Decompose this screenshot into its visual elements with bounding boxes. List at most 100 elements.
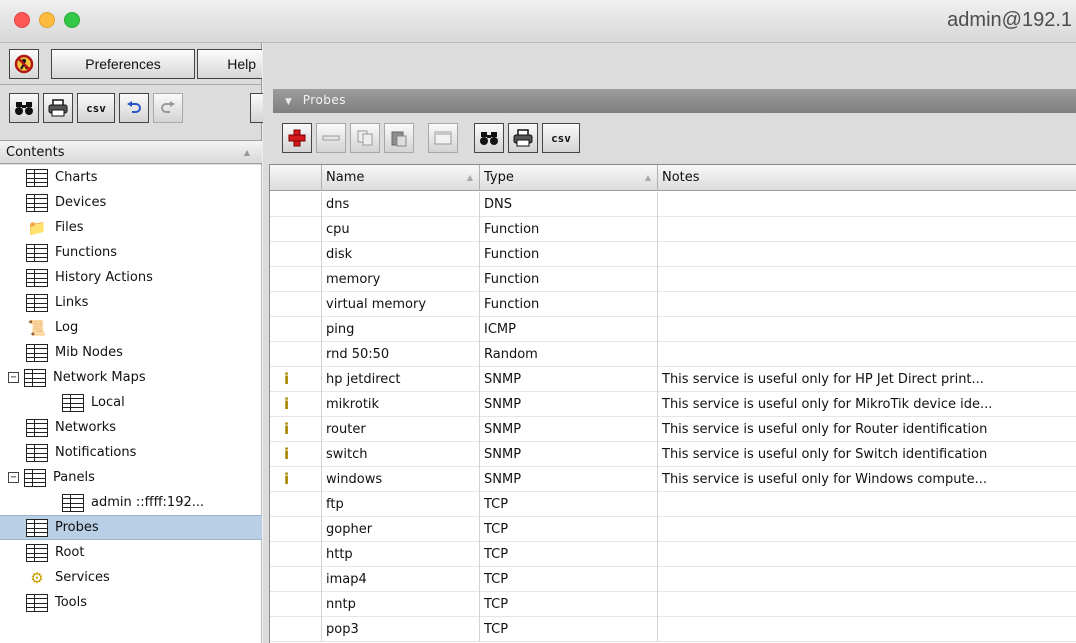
info-cell: [270, 567, 322, 592]
tree-item-root[interactable]: Root: [0, 540, 262, 565]
column-header-type[interactable]: Type ▲: [480, 165, 658, 191]
stop-button[interactable]: [9, 49, 39, 79]
tree-item-tools[interactable]: Tools: [0, 590, 262, 615]
table-row[interactable]: ⅰ router SNMP This service is useful only f…: [270, 417, 1076, 442]
info-cell: ⅰ: [270, 417, 322, 442]
tree-item-panels[interactable]: − Panels: [0, 465, 262, 490]
type-cell: Function: [480, 242, 658, 267]
name-cell: cpu: [322, 217, 480, 242]
tree-item-history-actions[interactable]: History Actions: [0, 265, 262, 290]
minimize-window-button[interactable]: [39, 12, 55, 28]
tree-item-mib-nodes[interactable]: Mib Nodes: [0, 340, 262, 365]
tree-item-label: Network Maps: [53, 370, 146, 385]
tree-item-notifications[interactable]: Notifications: [0, 440, 262, 465]
type-cell: Function: [480, 292, 658, 317]
tree-item-networks[interactable]: Networks: [0, 415, 262, 440]
maximize-window-button[interactable]: [64, 12, 80, 28]
paste-button[interactable]: [384, 123, 414, 153]
collapse-toggle-icon[interactable]: −: [8, 372, 19, 383]
tree-item-label: Panels: [53, 470, 95, 485]
table-row[interactable]: memory Function: [270, 267, 1076, 292]
help-menu[interactable]: Help: [197, 49, 262, 79]
print-button[interactable]: [43, 93, 73, 123]
table-row[interactable]: ⅰ hp jetdirect SNMP This service is useful …: [270, 367, 1076, 392]
column-header-notes-label: Notes: [662, 170, 700, 185]
table-row[interactable]: nntp TCP: [270, 592, 1076, 617]
column-header-info[interactable]: [270, 165, 322, 191]
info-icon: ⅰ: [284, 445, 290, 463]
tree-item-log[interactable]: 📜 Log: [0, 315, 262, 340]
type-cell: TCP: [480, 517, 658, 542]
export-csv-button[interactable]: csv: [77, 93, 115, 123]
tree-item-files[interactable]: 📁 Files: [0, 215, 262, 240]
right-pane: ▼ Probes csv Name ▲ Type ▲ Notes dns DNS…: [263, 43, 1076, 643]
notes-cell: [658, 217, 1076, 242]
tree-item-label: Notifications: [55, 445, 137, 460]
table-row[interactable]: disk Function: [270, 242, 1076, 267]
probes-table: Name ▲ Type ▲ Notes dns DNS cpu Function dis…: [269, 164, 1076, 643]
table-row[interactable]: gopher TCP: [270, 517, 1076, 542]
collapse-toggle-icon[interactable]: −: [8, 472, 19, 483]
info-cell: [270, 617, 322, 642]
find-probe-button[interactable]: [474, 123, 504, 153]
table-row[interactable]: ping ICMP: [270, 317, 1076, 342]
copy-button[interactable]: [350, 123, 380, 153]
type-cell: TCP: [480, 542, 658, 567]
table-icon: [26, 593, 48, 612]
table-row[interactable]: rnd 50:50 Random: [270, 342, 1076, 367]
info-cell: ⅰ: [270, 367, 322, 392]
undo-button[interactable]: [119, 93, 149, 123]
probes-section-header[interactable]: ▼ Probes: [273, 89, 1076, 113]
tree-item-functions[interactable]: Functions: [0, 240, 262, 265]
redo-button[interactable]: [153, 93, 183, 123]
name-cell: windows: [322, 467, 480, 492]
table-row[interactable]: ftp TCP: [270, 492, 1076, 517]
sort-icon: ▲: [644, 173, 651, 182]
printer-icon: [48, 99, 68, 117]
table-row[interactable]: ⅰ mikrotik SNMP This service is useful only…: [270, 392, 1076, 417]
toolbar-overflow[interactable]: [250, 93, 264, 123]
remove-probe-button[interactable]: [316, 123, 346, 153]
contents-header[interactable]: Contents ▲: [0, 140, 262, 164]
table-row[interactable]: virtual memory Function: [270, 292, 1076, 317]
tree-item-network-maps[interactable]: − Network Maps: [0, 365, 262, 390]
tree-item-admin-ffff-192[interactable]: admin ::ffff:192...: [0, 490, 262, 515]
column-header-notes[interactable]: Notes: [658, 165, 1076, 191]
type-cell: Function: [480, 267, 658, 292]
export-probes-csv-button[interactable]: csv: [542, 123, 580, 153]
table-row[interactable]: cpu Function: [270, 217, 1076, 242]
notes-cell: [658, 592, 1076, 617]
undo-icon: [127, 101, 141, 113]
tree-item-devices[interactable]: Devices: [0, 190, 262, 215]
type-cell: Function: [480, 217, 658, 242]
find-button[interactable]: [9, 93, 39, 123]
tree-item-services[interactable]: ⚙ Services: [0, 565, 262, 590]
add-probe-button[interactable]: [282, 123, 312, 153]
info-cell: ⅰ: [270, 392, 322, 417]
tree-item-links[interactable]: Links: [0, 290, 262, 315]
tree-item-local[interactable]: Local: [0, 390, 262, 415]
tree-item-charts[interactable]: Charts: [0, 165, 262, 190]
binoculars-icon: [15, 102, 33, 115]
tree-item-label: Services: [55, 570, 110, 585]
table-row[interactable]: ⅰ windows SNMP This service is useful only …: [270, 467, 1076, 492]
properties-button[interactable]: [428, 123, 458, 153]
print-probes-button[interactable]: [508, 123, 538, 153]
close-window-button[interactable]: [14, 12, 30, 28]
left-toolbar: csv: [0, 87, 264, 131]
type-cell: SNMP: [480, 442, 658, 467]
tree-item-label: Links: [55, 295, 89, 310]
table-row[interactable]: imap4 TCP: [270, 567, 1076, 592]
tree-item-probes[interactable]: Probes: [0, 515, 262, 540]
left-pane: Preferences Help csv Contents ▲ Charts D…: [0, 43, 264, 643]
column-header-name[interactable]: Name ▲: [322, 165, 480, 191]
copy-icon: [357, 130, 373, 146]
tree-item-label: Local: [91, 395, 125, 410]
table-row[interactable]: dns DNS: [270, 192, 1076, 217]
table-row[interactable]: pop3 TCP: [270, 617, 1076, 642]
preferences-menu[interactable]: Preferences: [51, 49, 195, 79]
type-cell: SNMP: [480, 417, 658, 442]
notes-cell: [658, 517, 1076, 542]
table-row[interactable]: http TCP: [270, 542, 1076, 567]
table-row[interactable]: ⅰ switch SNMP This service is useful only f…: [270, 442, 1076, 467]
